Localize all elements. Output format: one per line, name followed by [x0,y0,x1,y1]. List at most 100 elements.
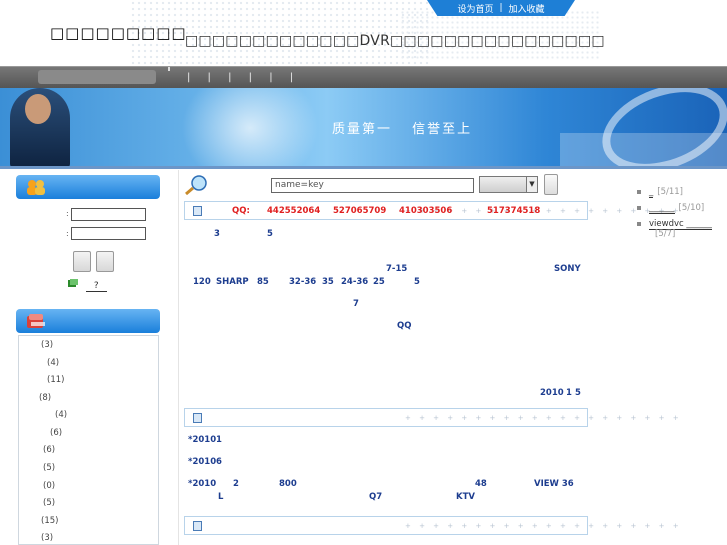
section-icon [193,206,202,216]
news-item[interactable]: 1 [216,435,222,445]
right-list-date: [5/7] [655,229,676,239]
nav-items[interactable]: | | | | | | [187,72,300,83]
category-item[interactable]: (8) [39,393,51,403]
intro-text: 24-36 [341,277,369,287]
intro-text: 3 [214,229,220,239]
category-item[interactable]: (6) [43,445,55,455]
nav-marker [168,67,170,71]
category-box-header [16,309,160,333]
username-field[interactable] [71,208,146,221]
right-list-date: [5/10] [678,203,705,213]
intro-text: 85 [257,277,269,287]
login-box-header [16,175,160,199]
search-input[interactable]: name=key [271,178,474,193]
qq-number[interactable]: 442552064 [267,206,320,216]
right-list-item: viewdvc ______ [5/7] [637,219,725,239]
news-item[interactable]: *2010 [188,479,216,489]
link-separator: | [499,3,503,13]
category-item[interactable]: (11) [47,375,64,385]
news-item[interactable]: VIEW 36 [534,479,574,489]
banner-glow [170,88,330,168]
intro-text: 5 [575,388,581,398]
login-form: : : ? [16,199,160,299]
news-item[interactable]: KTV [456,492,475,502]
header: □□□□□□□□□ □□□□□□□□□□□□□DVR□□□□□□□□□□□□□□… [0,0,727,66]
category-item[interactable]: (15) [41,516,58,526]
books-icon [27,314,45,328]
intro-text: 32-36 [289,277,317,287]
qq-number[interactable]: 527065709 [333,206,386,216]
section-icon [193,521,202,531]
intro-text: 7 [353,299,359,309]
right-list-link[interactable]: _ [649,187,654,198]
news-item[interactable]: *2010 [188,457,216,467]
intro-text: 1 [566,388,572,398]
main-nav: | | | | | | [0,66,727,88]
site-slogan: □□□□□□□□□□□□□DVR□□□□□□□□□□□□□□□□ [185,33,605,49]
bullet [637,221,641,226]
section-decoration: + + + + + + + + + + + + + + + + + + + + [405,414,682,422]
news-item[interactable]: 800 [279,479,297,489]
username-label: : [66,209,69,218]
category-item[interactable]: (5) [43,463,55,473]
category-item[interactable]: (6) [50,428,62,438]
add-favorite-link[interactable]: 加入收藏 [509,2,545,15]
category-item[interactable]: (3) [41,340,53,350]
page: □□□□□□□□□ □□□□□□□□□□□□□DVR□□□□□□□□□□□□□□… [0,0,727,545]
category-item[interactable]: (5) [43,498,55,508]
right-list-item: _ [5/11] [637,187,683,198]
news-item[interactable]: *2010 [188,435,216,445]
intro-text: 35 [322,277,334,287]
intro-text: SHARP [216,277,249,287]
login-button[interactable] [73,251,91,272]
about-section-bar: + + + + + + + + + + + + + + + + + + + + … [184,201,679,220]
intro-text: 5 [267,229,273,239]
product-section-bar: + + + + + + + + + + + + + + + + + + + + [184,516,679,535]
category-item[interactable]: (3) [41,533,53,543]
banner: 质量第一 信誉至上 [0,88,727,168]
qq-number[interactable]: 410303506 [399,206,452,216]
news-item[interactable]: 6 [216,457,222,467]
help-link[interactable]: ? [85,281,107,292]
site-logo-text[interactable]: □□□□□□□□□ [50,24,187,42]
qq-label: QQ: [232,206,250,216]
banner-person-face [25,94,51,124]
right-list-item: ______ [5/10] [637,203,705,214]
nav-search-box[interactable] [38,70,156,84]
intro-text: SONY [554,264,581,274]
password-label: : [66,229,69,238]
banner-text-1: 质量第一 [332,122,393,137]
banner-slogan: 质量第一 信誉至上 [332,118,486,137]
bullet [637,205,641,210]
qq-number[interactable]: 517374518 [487,206,540,216]
banner-text-2: 信誉至上 [412,122,473,137]
password-field[interactable] [71,227,146,240]
register-button[interactable] [96,251,114,272]
set-homepage-link[interactable]: 设为首页 [457,2,493,15]
left-column: : : ? (3) (4) (11) (8) (4) (6) (6) (5) (… [16,175,160,545]
news-item[interactable]: 2 [233,479,239,489]
intro-text: 7-15 [386,264,408,274]
intro-text: 120 [193,277,211,287]
bullet [637,189,641,194]
news-item[interactable]: L [218,492,223,502]
top-links: 设为首页 | 加入收藏 [427,0,575,16]
news-section-bar: + + + + + + + + + + + + + + + + + + + + [184,408,679,427]
news-item[interactable]: 48 [475,479,487,489]
users-icon [27,180,45,195]
right-list-link[interactable]: ______ [649,203,675,214]
banner-divider [0,166,727,169]
news-item[interactable]: Q7 [369,492,382,502]
category-item[interactable]: (4) [47,358,59,368]
search-magnifier-icon [185,175,207,195]
chevron-down-icon: ▼ [526,177,537,192]
intro-text: 25 [373,277,385,287]
search-category-select[interactable]: ▼ [479,176,538,193]
search-button[interactable] [544,174,558,195]
help-icon [68,279,78,287]
category-item[interactable]: (4) [55,410,67,420]
category-item[interactable]: (0) [43,481,55,491]
section-decoration: + + + + + + + + + + + + + + + + + + + + [405,522,682,530]
intro-text: 2010 [540,388,564,398]
intro-text: 5 [414,277,420,287]
